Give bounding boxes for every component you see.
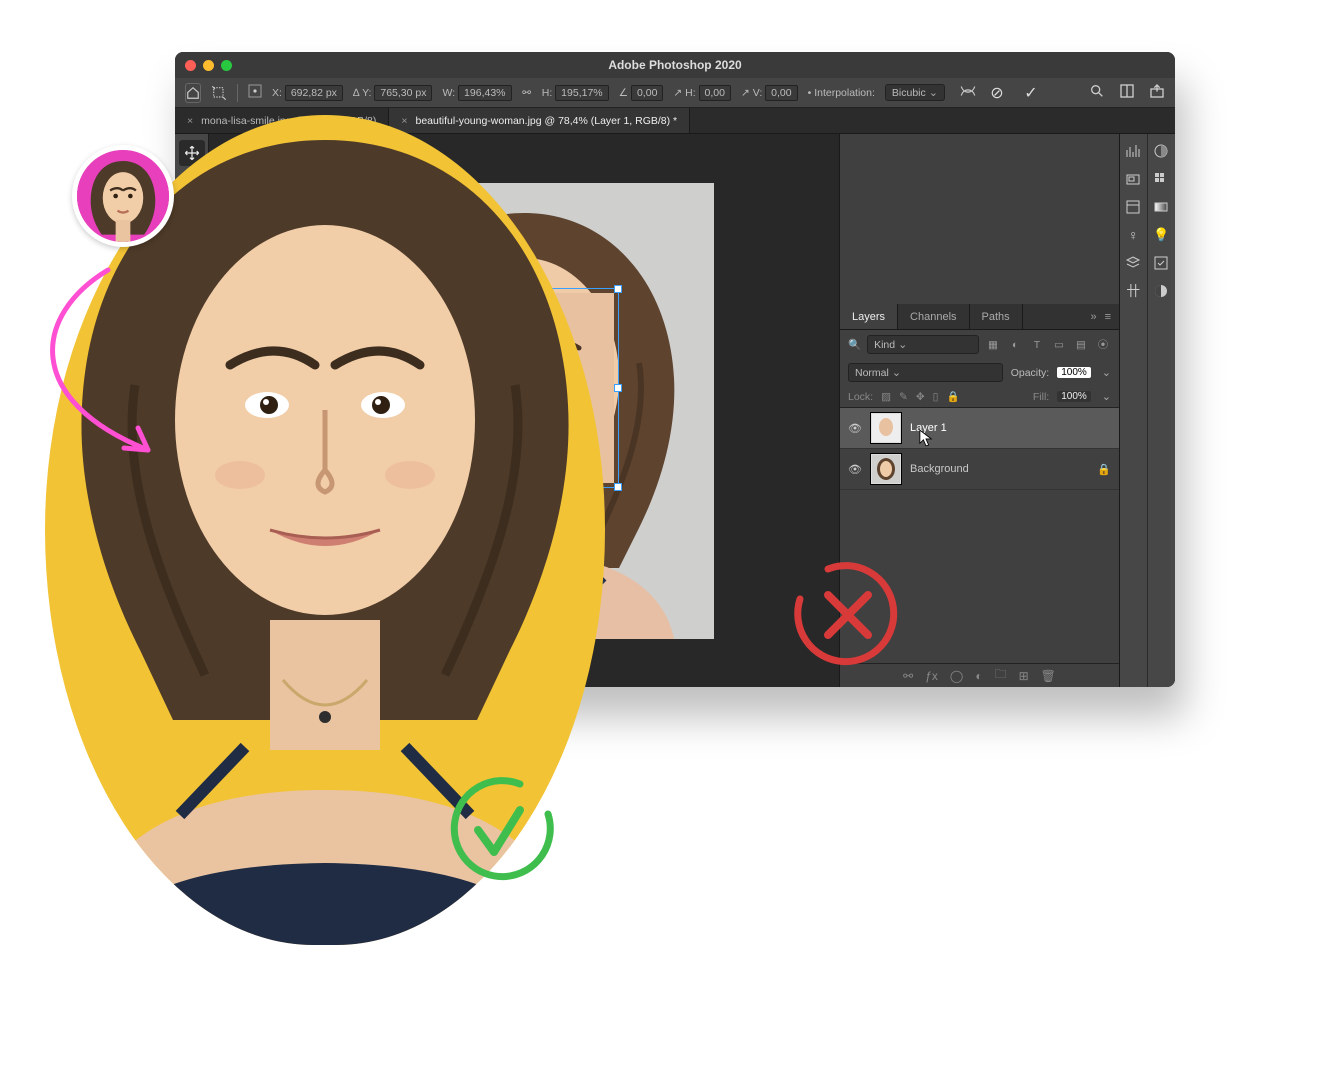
tab-channels[interactable]: Channels: [898, 304, 969, 329]
layer-fx-icon[interactable]: ƒx: [925, 669, 938, 683]
arrange-docs-icon[interactable]: [1119, 83, 1135, 102]
lock-paint-icon[interactable]: ✎: [899, 391, 908, 403]
collapse-panel-icon[interactable]: »: [1090, 311, 1096, 323]
adjustment-layer-icon[interactable]: ◐: [975, 669, 982, 683]
checkmark-badge-icon: [440, 770, 560, 890]
x-label: X:: [272, 87, 282, 99]
source-face-badge: [72, 145, 174, 247]
learn-icon[interactable]: ♀: [1124, 226, 1142, 244]
source-face-thumbnail: [77, 150, 169, 242]
window-titlebar: Adobe Photoshop 2020: [175, 52, 1175, 78]
ref-point-icon[interactable]: [248, 84, 262, 101]
maximize-window-button[interactable]: [221, 60, 232, 71]
tips-icon[interactable]: 💡: [1152, 226, 1170, 244]
cross-badge-icon: [788, 555, 908, 675]
delete-layer-icon[interactable]: 🗑: [1041, 669, 1056, 683]
skew-v-label: V:: [753, 87, 763, 99]
skew-v-input[interactable]: 0,00: [765, 85, 797, 101]
layer-row[interactable]: 👁 Background 🔒: [840, 449, 1119, 490]
interp-label: Interpolation:: [814, 87, 875, 99]
histogram-icon[interactable]: [1124, 142, 1142, 160]
tab-layers[interactable]: Layers: [840, 304, 898, 329]
lock-label: Lock:: [848, 391, 873, 403]
w-label: W:: [442, 87, 455, 99]
panel-tabs: Layers Channels Paths » ≡: [840, 304, 1119, 330]
cancel-transform-button[interactable]: ⊘: [987, 83, 1007, 103]
lock-pos-icon[interactable]: ✥: [916, 391, 925, 403]
color-icon[interactable]: [1152, 142, 1170, 160]
swatches-icon[interactable]: [1152, 170, 1170, 188]
commit-transform-button[interactable]: ✓: [1021, 83, 1041, 103]
arrow-icon: [18, 260, 248, 490]
lock-trans-icon[interactable]: ▨: [881, 391, 891, 403]
filter-smart-icon[interactable]: ▤: [1073, 339, 1089, 351]
filter-type-icon[interactable]: T: [1029, 339, 1045, 351]
layer-thumbnail[interactable]: [870, 453, 902, 485]
options-bar: X: 692,82 px ∆ Y: 765,30 px W: 196,43% ⚯…: [175, 78, 1175, 108]
layer-row[interactable]: 👁 Layer 1: [840, 408, 1119, 449]
window-title: Adobe Photoshop 2020: [175, 58, 1175, 72]
filter-adjust-icon[interactable]: ◐: [1007, 339, 1023, 351]
share-icon[interactable]: [1149, 83, 1165, 102]
skew-h-input[interactable]: 0,00: [699, 85, 731, 101]
collapsed-panels-strip: ♀ 卄 💡: [1119, 134, 1175, 687]
interp-select[interactable]: Bicubic: [885, 84, 945, 101]
new-layer-icon[interactable]: ⊞: [1019, 669, 1029, 683]
close-window-button[interactable]: [185, 60, 196, 71]
minimize-window-button[interactable]: [203, 60, 214, 71]
home-button[interactable]: [185, 83, 201, 103]
blend-mode-select[interactable]: Normal: [848, 363, 1003, 382]
layers-icon[interactable]: [1124, 254, 1142, 272]
lock-icon: 🔒: [1097, 463, 1111, 476]
layer-thumbnail[interactable]: [870, 412, 902, 444]
adjustments-icon[interactable]: [1152, 282, 1170, 300]
lock-nest-icon[interactable]: ▯: [933, 391, 939, 403]
filter-toggle-icon[interactable]: ⦿: [1095, 337, 1111, 352]
gradients-icon[interactable]: [1152, 198, 1170, 216]
panel-menu-icon[interactable]: ≡: [1105, 311, 1111, 323]
layer-filter-kind-select[interactable]: Kind: [867, 335, 979, 354]
angle-label: ∠: [619, 87, 628, 99]
fill-input[interactable]: 100%: [1057, 391, 1091, 402]
visibility-toggle-icon[interactable]: 👁: [848, 422, 862, 435]
h-input[interactable]: 195,17%: [555, 85, 608, 101]
tab-paths[interactable]: Paths: [970, 304, 1023, 329]
transform-crop-icon[interactable]: [211, 83, 227, 103]
layer-name[interactable]: Background: [910, 463, 969, 475]
warp-icon[interactable]: [959, 83, 977, 102]
h-label: H:: [542, 87, 553, 99]
navigator-icon[interactable]: [1124, 170, 1142, 188]
properties-icon[interactable]: [1124, 198, 1142, 216]
cursor-icon: [919, 429, 933, 447]
aspect-link-icon[interactable]: ⚯: [522, 87, 532, 99]
opacity-label: Opacity:: [1011, 367, 1050, 379]
w-input[interactable]: 196,43%: [458, 85, 511, 101]
lock-all-icon[interactable]: 🔒: [946, 390, 959, 403]
layer-mask-icon[interactable]: ◯: [950, 669, 963, 683]
opacity-input[interactable]: 100%: [1057, 367, 1091, 378]
search-icon[interactable]: 🔍: [848, 338, 861, 351]
libraries-icon[interactable]: 卄: [1124, 282, 1142, 300]
x-input[interactable]: 692,82 px: [285, 85, 343, 101]
search-icon[interactable]: [1089, 83, 1105, 102]
fill-label: Fill:: [1033, 391, 1049, 403]
angle-input[interactable]: 0,00: [631, 85, 663, 101]
y-input[interactable]: 765,30 px: [374, 85, 432, 101]
y-label: ∆ Y: 765,30 px: [353, 85, 433, 101]
new-group-icon[interactable]: 🗀: [995, 665, 1007, 686]
history-icon[interactable]: [1152, 254, 1170, 272]
visibility-toggle-icon[interactable]: 👁: [848, 463, 862, 476]
filter-shape-icon[interactable]: ▭: [1051, 339, 1067, 351]
opacity-stepper[interactable]: [1099, 366, 1111, 379]
filter-pixel-icon[interactable]: ▦: [985, 339, 1001, 351]
fill-stepper[interactable]: [1099, 390, 1111, 403]
skew-h-label: H:: [685, 87, 696, 99]
